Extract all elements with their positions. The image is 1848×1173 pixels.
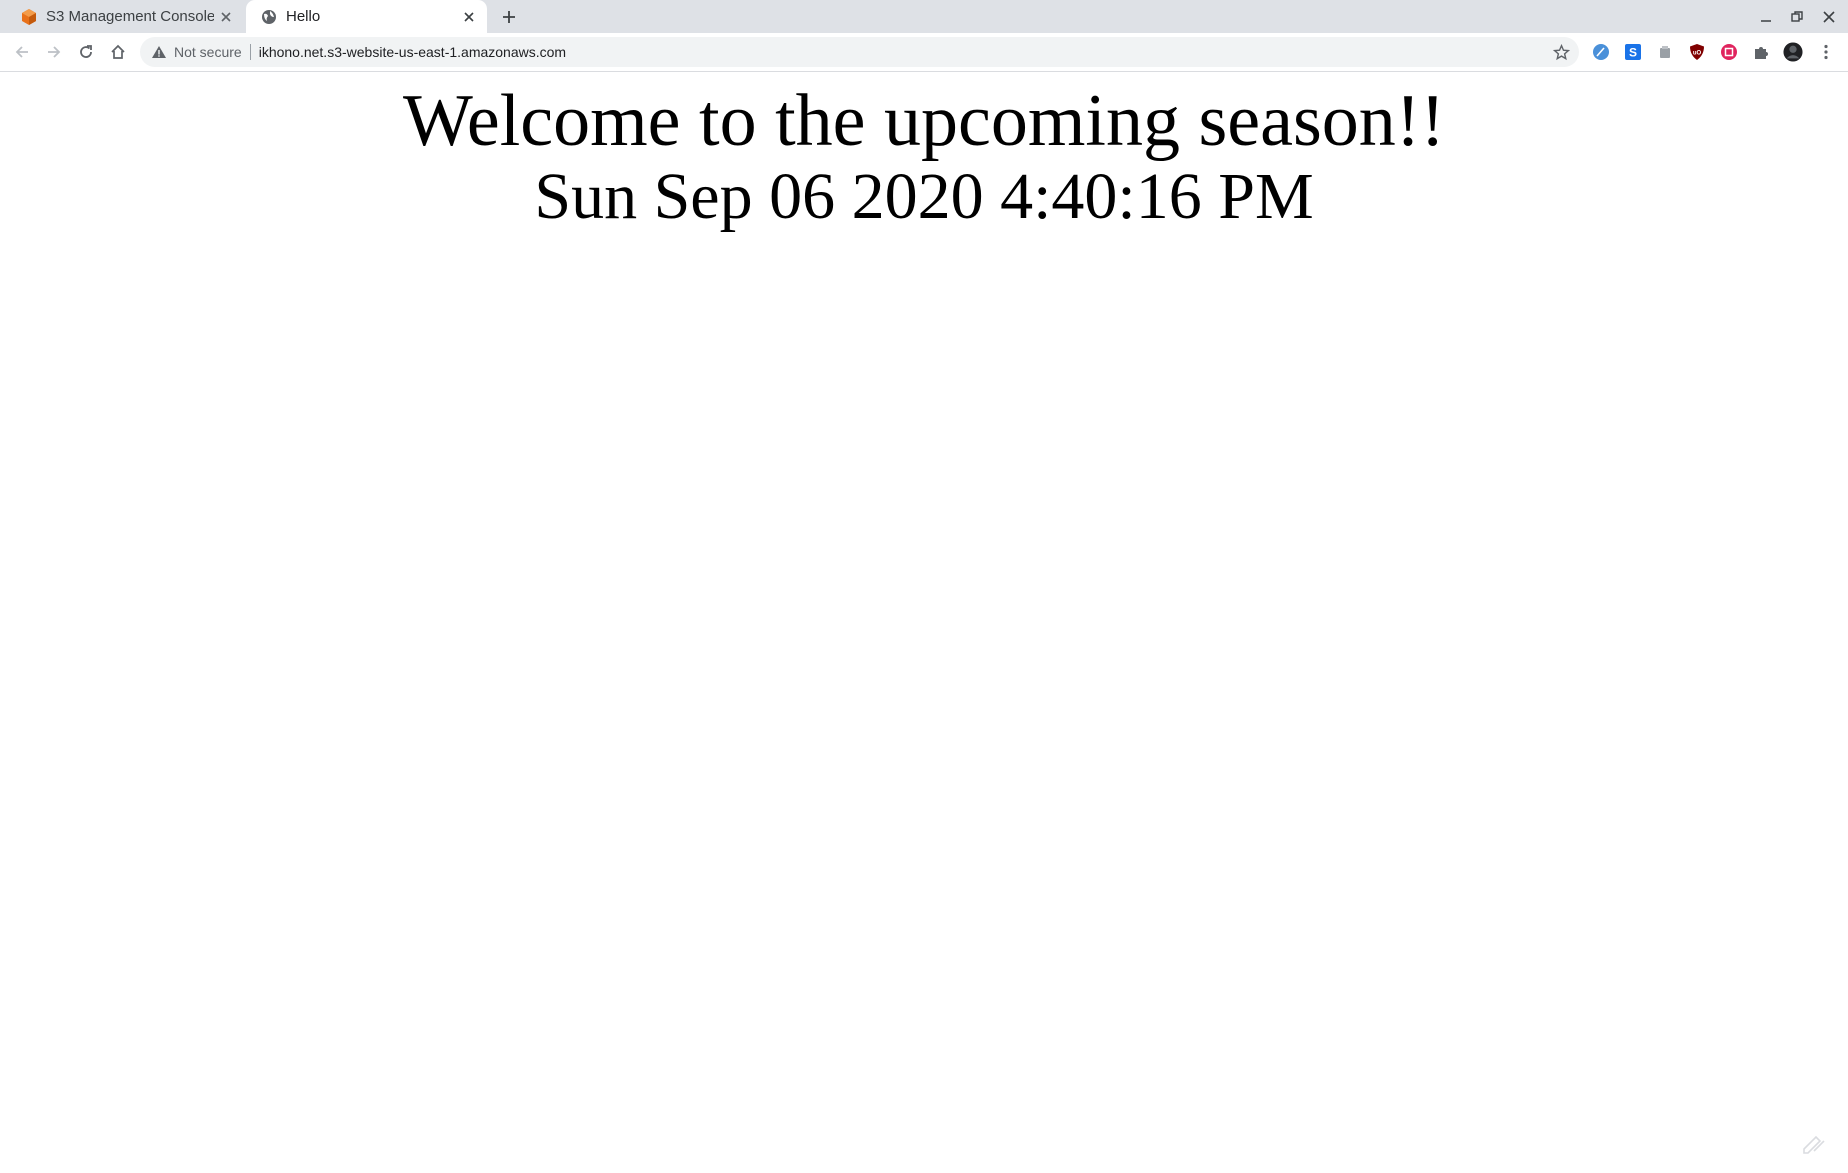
plus-icon <box>503 11 515 23</box>
security-label[interactable]: Not secure <box>174 44 242 60</box>
close-window-button[interactable] <box>1816 4 1842 30</box>
svg-text:S: S <box>1629 46 1637 60</box>
arrow-right-icon <box>48 46 61 58</box>
profile-avatar[interactable] <box>1783 42 1803 62</box>
globe-icon <box>262 9 276 24</box>
omnibox-divider <box>249 44 251 60</box>
close-tab-icon[interactable] <box>457 5 481 29</box>
forward-button[interactable] <box>40 38 68 66</box>
minimize-window-button[interactable] <box>1753 4 1779 30</box>
bookmark-star-icon[interactable] <box>1551 42 1571 62</box>
tab-hello[interactable]: Hello <box>246 0 487 33</box>
tab-title: S3 Management Console <box>46 8 214 25</box>
reload-icon <box>80 45 92 58</box>
extension-grey-icon[interactable] <box>1655 42 1675 62</box>
extension-s-icon[interactable]: S <box>1623 42 1643 62</box>
back-button[interactable] <box>8 38 36 66</box>
extensions-puzzle-icon[interactable] <box>1751 42 1771 62</box>
page-viewport: Welcome to the upcoming season!! Sun Sep… <box>0 72 1848 1173</box>
close-tab-icon[interactable] <box>214 5 238 29</box>
extension-feather-icon[interactable] <box>1591 42 1611 62</box>
aws-cube-icon <box>22 8 36 25</box>
edit-pencil-icon[interactable] <box>1800 1129 1828 1157</box>
home-button[interactable] <box>104 38 132 66</box>
warning-icon[interactable] <box>150 43 168 61</box>
tab-strip: S3 Management Console Hello <box>0 0 1848 33</box>
minimize-icon <box>1761 20 1771 22</box>
arrow-left-icon <box>15 46 28 58</box>
ublock-shield-icon[interactable]: uO <box>1687 42 1707 62</box>
page-heading: Welcome to the upcoming season!! <box>402 80 1446 162</box>
extension-pink-icon[interactable] <box>1719 42 1739 62</box>
reload-button[interactable] <box>72 38 100 66</box>
tab-s3-management-console[interactable]: S3 Management Console <box>8 0 244 33</box>
browser-toolbar: Not secure ikhono.net.s3-website-us-east… <box>0 33 1848 72</box>
restore-icon <box>1791 11 1803 22</box>
home-icon <box>111 44 125 59</box>
close-icon <box>1823 11 1835 23</box>
restore-window-button[interactable] <box>1784 4 1810 30</box>
new-tab-button[interactable] <box>496 4 522 30</box>
menu-kebab-icon[interactable] <box>1816 42 1836 62</box>
url-text[interactable]: ikhono.net.s3-website-us-east-1.amazonaw… <box>259 44 566 60</box>
svg-text:uO: uO <box>1693 51 1702 57</box>
current-datetime: Sun Sep 06 2020 4:40:16 PM <box>534 160 1314 233</box>
address-bar[interactable]: Not secure ikhono.net.s3-website-us-east… <box>140 37 1579 67</box>
tab-title: Hello <box>286 8 321 25</box>
